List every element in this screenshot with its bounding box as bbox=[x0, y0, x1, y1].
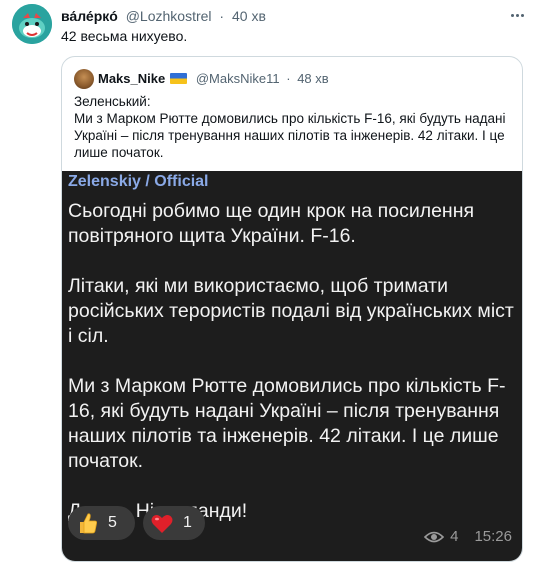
message-paragraph: Літаки, які ми використаємо, щоб тримати… bbox=[68, 275, 514, 347]
media-screenshot[interactable]: Zelenskiy / Official Сьогодні робимо ще … bbox=[62, 171, 522, 561]
heart-icon bbox=[151, 515, 173, 533]
message-paragraph: Сьогодні робимо ще один крок на посиленн… bbox=[68, 200, 475, 247]
separator-dot: · bbox=[219, 8, 225, 24]
reaction-thumbs-up[interactable]: 5 bbox=[68, 506, 135, 540]
quoted-text-line: Ми з Марком Рютте домовились про кількіс… bbox=[74, 111, 506, 160]
quoted-text-line: Зеленський: bbox=[74, 94, 151, 109]
reaction-count: 1 bbox=[183, 514, 192, 531]
post-time: 15:26 bbox=[474, 528, 512, 545]
quoted-tweet-time[interactable]: 48 хв bbox=[297, 71, 328, 86]
views-number: 4 bbox=[450, 528, 459, 545]
tweet-time[interactable]: 40 хв bbox=[232, 8, 266, 24]
reaction-heart[interactable]: 1 bbox=[143, 506, 205, 540]
eye-icon bbox=[424, 531, 445, 542]
author-handle[interactable]: @Lozhkostrel bbox=[126, 8, 212, 24]
more-options-icon[interactable] bbox=[506, 6, 528, 24]
reaction-count: 5 bbox=[108, 514, 117, 531]
separator-dot: · bbox=[286, 71, 291, 86]
author-avatar[interactable] bbox=[12, 4, 52, 44]
view-count: 4 15:26 bbox=[424, 528, 512, 545]
quoted-tweet-header: Maks_Nike @MaksNike11 · 48 хв bbox=[98, 71, 329, 86]
message-paragraph: Дякую, Нідерланди! bbox=[68, 499, 516, 524]
quoted-tweet[interactable]: Maks_Nike @MaksNike11 · 48 хв Зеленський… bbox=[61, 56, 523, 562]
quoted-author-handle[interactable]: @MaksNike11 bbox=[196, 71, 280, 86]
quoted-tweet-text: Зеленський: Ми з Марком Рютте домовились… bbox=[74, 93, 510, 161]
quoted-author-avatar[interactable] bbox=[74, 69, 94, 89]
message-paragraph: Ми з Марком Рютте домовились про кількіс… bbox=[68, 375, 506, 472]
author-name[interactable]: ва́ле́ркó bbox=[61, 8, 118, 24]
tweet-header: ва́ле́ркó @Lozhkostrel · 40 хв bbox=[61, 8, 266, 24]
tweet[interactable]: ва́ле́ркó @Lozhkostrel · 40 хв 42 весьма… bbox=[0, 0, 534, 565]
message-body: Сьогодні робимо ще один крок на посиленн… bbox=[68, 199, 516, 549]
ukraine-flag-icon bbox=[170, 73, 188, 84]
quoted-author-name[interactable]: Maks_Nike bbox=[98, 71, 165, 86]
thumbs-up-icon bbox=[80, 513, 97, 534]
tweet-text: 42 весьма нихуево. bbox=[61, 28, 188, 44]
channel-name: Zelenskiy / Official bbox=[68, 173, 209, 190]
